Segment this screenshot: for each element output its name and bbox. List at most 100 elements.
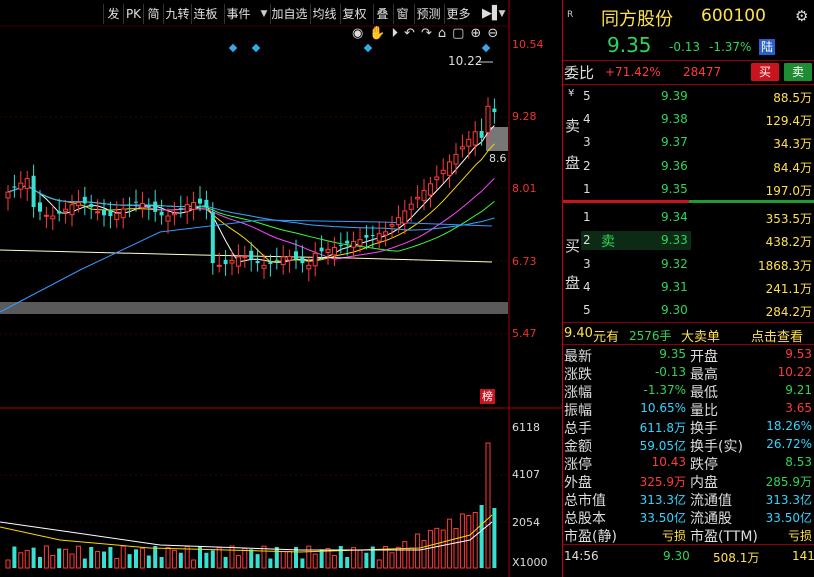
sell-level-volume: 129.4万 (765, 114, 812, 128)
candle-body (82, 196, 87, 204)
current-price: 9.35 (607, 33, 652, 57)
buy-level-volume: 284.2万 (765, 305, 812, 319)
stat-label: 振幅 (564, 403, 592, 419)
candle-body (389, 223, 395, 227)
volume-bar (102, 551, 106, 568)
volume-bar (108, 546, 113, 568)
kline-chart[interactable] (0, 0, 562, 577)
moving-average-line (7, 184, 495, 252)
volume-bar (146, 555, 151, 568)
sell-level-volume: 84.4万 (773, 161, 812, 175)
buy-button[interactable]: 买 (751, 63, 779, 81)
level-tag: 卖 (601, 234, 615, 250)
sell-level-price[interactable]: 9.37 (661, 135, 688, 149)
stat-value: 33.50亿 (639, 511, 686, 525)
stat-value: 611.8万 (639, 421, 686, 435)
candle-body (89, 204, 94, 208)
candle-body (338, 245, 343, 247)
toolbar-button-4[interactable]: 连板 (191, 4, 219, 24)
candle-body (114, 213, 120, 220)
stock-code: 600100 (701, 6, 766, 26)
stat-value: 8.53 (785, 455, 812, 469)
stat-label: 换手(实) (690, 439, 743, 455)
sell-level-price[interactable]: 9.38 (661, 112, 688, 126)
sell-level-number: 1 (583, 182, 591, 196)
candle-body (472, 131, 478, 146)
volume-bar (89, 546, 94, 568)
hand-icon[interactable]: ✋ (369, 26, 391, 41)
toolbar-button-10[interactable]: 窗 (393, 4, 411, 24)
buy-level-price[interactable]: 9.32 (661, 257, 688, 271)
toolbar-button-0[interactable]: 发 (103, 4, 123, 24)
volume-bar (43, 545, 49, 569)
volume-bar (331, 555, 337, 569)
event-dropdown-icon[interactable]: ▼ (258, 4, 270, 24)
kline-chart-area[interactable]: 发 PK 简九转 连板 事件 加自选 均线 复权叠窗预测 更多 ▶▌ ▼ ▼ ◉✋⏵↶↷⌂▢⊕⊖… (0, 0, 562, 577)
price-axis-label: 8.01 (512, 182, 537, 195)
buy-level-price[interactable]: 9.31 (661, 280, 688, 294)
ratio-value: +71.42% (605, 65, 661, 79)
volume-axis-label: 4107 (512, 468, 540, 481)
zoom-box-icon[interactable]: ▢ (452, 26, 470, 41)
stat-value: 325.9万 (639, 475, 686, 489)
sell-side-label: 卖 (565, 117, 581, 135)
low-price-label: 8.6 (489, 152, 507, 165)
sell-level-price[interactable]: 9.36 (661, 159, 688, 173)
big-order-view-link[interactable]: 点击查看 (751, 326, 803, 345)
stat-label: 跌停 (690, 457, 718, 473)
redo-icon[interactable]: ↷ (421, 26, 438, 41)
volume-axis-label: 2054 (512, 516, 540, 529)
chart-toolbar: 发 PK 简九转 连板 事件 加自选 均线 复权叠窗预测 更多 (0, 4, 508, 24)
chevron-down-icon[interactable]: ▼ (496, 4, 508, 24)
stat-value: 9.53 (785, 347, 812, 361)
toolbar-button-6[interactable]: 加自选 (270, 4, 308, 24)
stat-value: 26.72% (766, 437, 812, 451)
toolbar-button-9[interactable]: 叠 (373, 4, 391, 24)
toolbar-button-12[interactable]: 更多 (444, 4, 472, 24)
lock-icon[interactable]: ⌂ (438, 26, 452, 41)
zoom-in-icon[interactable]: ⊕ (470, 26, 487, 41)
buy-side-label: 买 (565, 237, 581, 255)
stat-label: 涨跌 (564, 367, 592, 383)
candle-body (466, 138, 472, 147)
buy-level-price[interactable]: 9.34 (661, 210, 688, 224)
toolbar-button-11[interactable]: 预测 (414, 4, 442, 24)
gear-icon[interactable]: ⚙ (795, 7, 808, 25)
candle-body (50, 215, 56, 220)
volume-bar (120, 545, 126, 569)
candle-body (492, 108, 497, 113)
volume-bar (242, 547, 248, 569)
stat-label: 最新 (564, 349, 592, 365)
eye-icon[interactable]: ◉ (352, 26, 369, 41)
candle-body (235, 256, 241, 267)
toolbar-button-8[interactable]: 复权 (340, 4, 368, 24)
volume-bar (415, 533, 421, 569)
buy-level-price[interactable]: 9.33 (661, 233, 688, 247)
toolbar-button-3[interactable]: 九转 (163, 4, 191, 24)
big-order-unit: 元有 (593, 330, 620, 345)
candle-body (300, 257, 305, 264)
volume-bar (453, 528, 459, 569)
sell-side-label: 盘 (565, 154, 581, 172)
stat-value: 313.3亿 (639, 493, 686, 507)
volume-bar (223, 556, 228, 568)
event-marker-icon (363, 43, 373, 53)
stat-value: 9.35 (659, 347, 686, 361)
play-icon[interactable]: ⏵ (392, 26, 405, 41)
zoom-out-icon[interactable]: ⊖ (487, 26, 504, 41)
buy-level-price[interactable]: 9.30 (661, 303, 688, 317)
stat-value: 3.65 (785, 401, 812, 415)
sell-level-number: 3 (583, 135, 591, 149)
toolbar-button-1[interactable]: PK (123, 4, 143, 24)
sell-level-price[interactable]: 9.39 (661, 89, 688, 103)
sell-button[interactable]: 卖 (784, 63, 812, 81)
big-order-amount: 2576手 (629, 329, 672, 343)
toolbar-button-2[interactable]: 简 (143, 4, 163, 24)
volume-bar (280, 551, 286, 569)
ranking-tag[interactable]: 榜 (480, 389, 495, 404)
undo-icon[interactable]: ↶ (404, 26, 421, 41)
toolbar-button-5[interactable]: 事件 (224, 4, 252, 24)
sell-level-price[interactable]: 9.35 (661, 182, 688, 196)
tick-time: 14:56 (564, 549, 599, 563)
toolbar-button-7[interactable]: 均线 (310, 4, 338, 24)
